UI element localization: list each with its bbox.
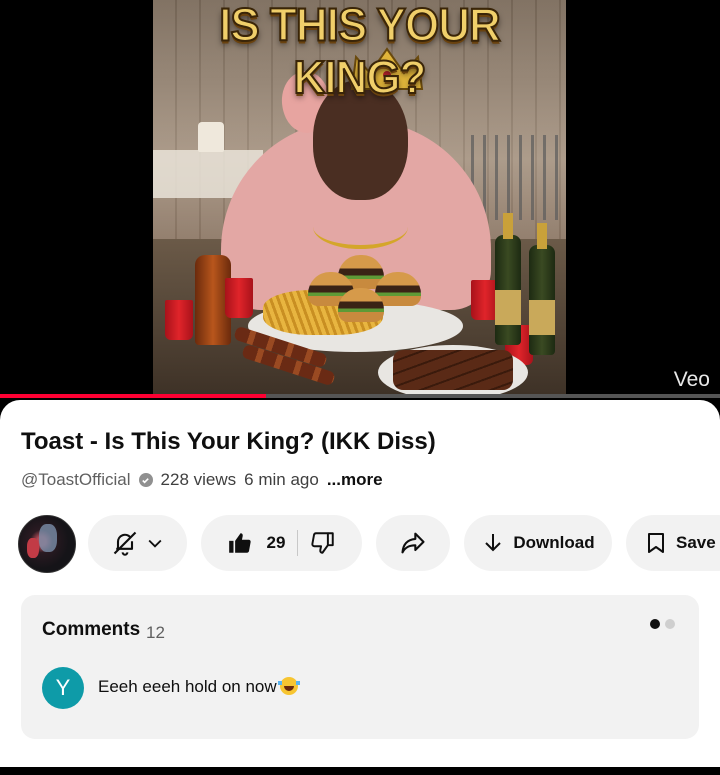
pager-dot-active — [650, 619, 660, 629]
bottom-edge — [0, 767, 720, 775]
share-icon — [401, 532, 425, 554]
like-divider — [297, 530, 299, 556]
thumbs-down-icon — [311, 532, 335, 554]
bookmark-icon — [648, 533, 664, 553]
comments-pager — [650, 619, 675, 629]
veo-watermark: Veo — [673, 368, 710, 391]
bell-off-icon — [113, 531, 136, 556]
video-meta[interactable]: @ToastOfficial 228 views 6 min ago ...mo… — [21, 470, 383, 490]
verified-icon — [138, 473, 153, 487]
thumbs-up-icon — [228, 533, 251, 553]
share-button[interactable] — [376, 515, 450, 571]
upload-time: 6 min ago — [244, 470, 319, 489]
save-button[interactable]: Save — [626, 515, 720, 571]
thumbnail-champagne-bottle — [529, 223, 555, 355]
save-label: Save — [676, 533, 716, 552]
thumbnail-red-cup — [225, 278, 253, 318]
more-link[interactable]: ...more — [327, 470, 383, 490]
channel-avatar[interactable] — [18, 515, 76, 573]
laughing-emoji-icon — [277, 677, 300, 695]
like-button[interactable]: 29 — [227, 515, 286, 571]
details-sheet: Toast - Is This Your King? (IKK Diss) @T… — [0, 400, 720, 767]
like-dislike-group: 29 — [201, 515, 362, 571]
chevron-down-icon — [148, 539, 161, 548]
comment-text: Eeeh eeeh hold on now — [98, 677, 300, 697]
thumbnail-fence — [471, 135, 566, 220]
dislike-button[interactable] — [310, 515, 336, 571]
video-thumbnail[interactable]: IS THIS YOUR KING? — [153, 0, 566, 398]
download-button[interactable]: Download — [464, 515, 612, 571]
thumbnail-chain — [313, 205, 408, 249]
thumbnail-champagne-bottle — [495, 213, 521, 345]
like-count: 29 — [266, 533, 286, 552]
thumbnail-title: IS THIS YOUR KING? — [218, 0, 502, 104]
progress-fill — [0, 394, 267, 398]
download-label: Download — [513, 533, 595, 552]
thumbnail-steak — [393, 350, 513, 390]
thumbnail-burger — [338, 288, 384, 322]
video-player[interactable]: IS THIS YOUR KING? Veo — [0, 0, 720, 398]
progress-bar[interactable] — [0, 394, 720, 398]
pager-dot — [665, 619, 675, 629]
comments-header: Comments — [42, 619, 141, 640]
notifications-button[interactable] — [88, 515, 187, 571]
commenter-avatar[interactable]: Y — [42, 667, 84, 709]
view-count: 228 views — [160, 470, 237, 489]
comment-body: Eeeh eeeh hold on now — [98, 677, 277, 696]
comments-panel[interactable]: Comments 12 Y Eeeh eeeh hold on now — [21, 595, 699, 739]
comments-count: 12 — [146, 623, 165, 642]
download-icon — [485, 534, 502, 552]
thumbnail-red-cup — [165, 300, 193, 340]
video-title[interactable]: Toast - Is This Your King? (IKK Diss) — [21, 428, 436, 456]
channel-handle[interactable]: @ToastOfficial — [21, 470, 131, 490]
thumbnail-cake — [198, 122, 224, 152]
